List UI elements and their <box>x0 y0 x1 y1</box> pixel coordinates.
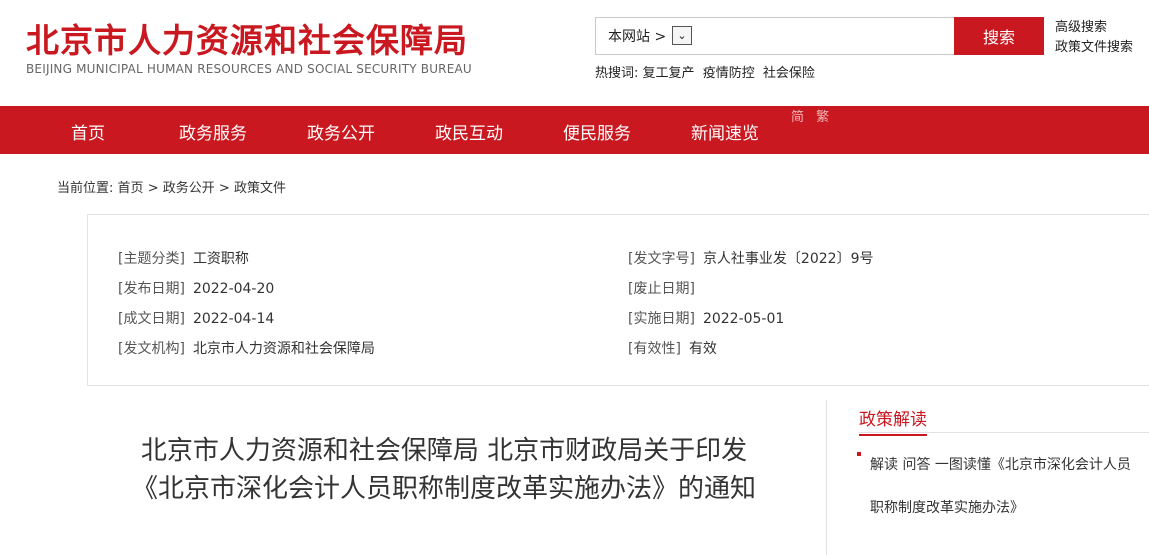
meta-effective-date-value: 2022-05-01 <box>702 311 785 327</box>
nav-item-news[interactable]: 新闻速览 <box>691 119 759 144</box>
search-box: 本网站 > ⌄ <box>595 17 955 55</box>
meta-publish-date-value: 2022-04-20 <box>192 281 275 297</box>
nav-item-government-affairs[interactable]: 政务公开 <box>307 119 375 144</box>
site-logo-title[interactable]: 北京市人力资源和社会保障局 <box>26 14 468 62</box>
meta-validity: [有效性] 有效 <box>628 338 717 358</box>
breadcrumb-label: 当前位置: <box>57 181 114 196</box>
breadcrumb-separator: > <box>147 181 159 196</box>
side-heading-rule <box>859 432 1149 433</box>
search-scope-dropdown[interactable]: ⌄ <box>672 26 692 45</box>
meta-publish-date-label: [发布日期] <box>118 281 185 297</box>
meta-written-date-label: [成文日期] <box>118 311 185 327</box>
policy-interpretation-link[interactable]: 解读 问答 一图读懂《北京市深化会计人员职称制度改革实施办法》 <box>870 444 1142 530</box>
meta-issuer: [发文机构] 北京市人力资源和社会保障局 <box>118 338 375 358</box>
breadcrumb-policy-documents[interactable]: 政策文件 <box>234 181 286 196</box>
hotwords-label: 热搜词: <box>595 66 639 81</box>
meta-validity-value: 有效 <box>688 341 717 357</box>
hotword-link[interactable]: 疫情防控 <box>703 66 755 81</box>
article-title: 北京市人力资源和社会保障局 北京市财政局关于印发《北京市深化会计人员职称制度改革… <box>131 436 756 504</box>
site-header: 北京市人力资源和社会保障局 BEIJING MUNICIPAL HUMAN RE… <box>0 0 1149 106</box>
search-button[interactable]: 搜索 <box>954 17 1044 55</box>
nav-item-interaction[interactable]: 政民互动 <box>435 119 503 144</box>
column-divider <box>826 400 827 555</box>
breadcrumb: 当前位置: 首页 > 政务公开 > 政策文件 <box>57 177 286 196</box>
policy-search-link[interactable]: 政策文件搜索 <box>1055 38 1133 58</box>
chevron-down-icon: ⌄ <box>677 29 687 42</box>
meta-topic: [主题分类] 工资职称 <box>118 248 249 268</box>
meta-issuer-label: [发文机构] <box>118 341 185 357</box>
meta-repeal-date: [废止日期] <box>628 278 703 298</box>
nav-item-government-services[interactable]: 政务服务 <box>179 119 247 144</box>
advanced-search-links: 高级搜索 政策文件搜索 <box>1055 18 1133 58</box>
breadcrumb-separator: > <box>218 181 230 196</box>
meta-repeal-date-label: [废止日期] <box>628 281 695 297</box>
meta-doc-no: [发文字号] 京人社事业发〔2022〕9号 <box>628 248 873 268</box>
meta-doc-no-label: [发文字号] <box>628 251 695 267</box>
document-meta-box: [主题分类] 工资职称 [发文字号] 京人社事业发〔2022〕9号 [发布日期] 20… <box>87 214 1149 386</box>
nav-item-home[interactable]: 首页 <box>71 119 105 144</box>
bullet-icon <box>857 452 861 456</box>
hotword-link[interactable]: 社会保险 <box>763 66 815 81</box>
meta-topic-value: 工资职称 <box>192 251 249 267</box>
meta-publish-date: [发布日期] 2022-04-20 <box>118 278 274 298</box>
main-nav: 首页 政务服务 政务公开 政民互动 便民服务 新闻速览 简 繁 <box>0 106 1149 154</box>
breadcrumb-home[interactable]: 首页 <box>118 181 144 196</box>
meta-topic-label: [主题分类] <box>118 251 185 267</box>
meta-effective-date-label: [实施日期] <box>628 311 695 327</box>
language-switch[interactable]: 简 繁 <box>791 106 833 125</box>
advanced-search-link[interactable]: 高级搜索 <box>1055 18 1133 38</box>
meta-validity-label: [有效性] <box>628 341 681 357</box>
nav-item-public-services[interactable]: 便民服务 <box>563 119 631 144</box>
meta-written-date: [成文日期] 2022-04-14 <box>118 308 274 328</box>
search-scope-label: 本网站 > <box>608 29 667 45</box>
breadcrumb-government-affairs[interactable]: 政务公开 <box>163 181 215 196</box>
hot-search-words: 热搜词: 复工复产 疫情防控 社会保险 <box>595 62 819 81</box>
site-logo-subtitle: BEIJING MUNICIPAL HUMAN RESOURCES AND SO… <box>26 62 472 76</box>
meta-effective-date: [实施日期] 2022-05-01 <box>628 308 784 328</box>
meta-doc-no-value: 京人社事业发〔2022〕9号 <box>702 251 874 267</box>
hotword-link[interactable]: 复工复产 <box>643 66 695 81</box>
search-input[interactable] <box>700 22 950 50</box>
meta-written-date-value: 2022-04-14 <box>192 311 275 327</box>
meta-issuer-value: 北京市人力资源和社会保障局 <box>192 341 375 357</box>
